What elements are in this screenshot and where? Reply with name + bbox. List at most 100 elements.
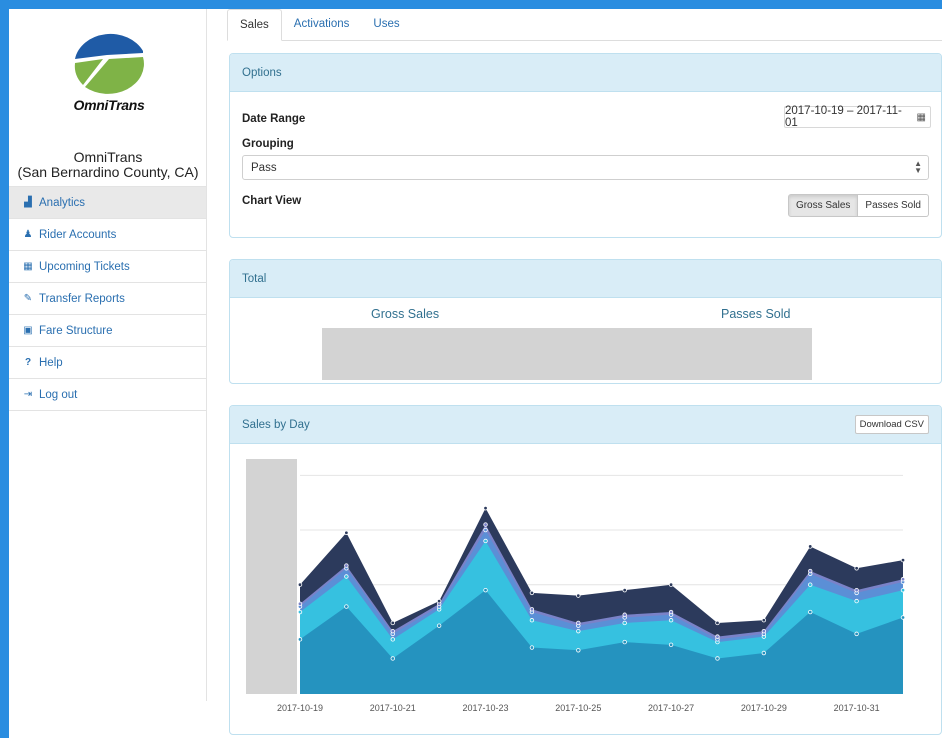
data-point[interactable] [854, 598, 859, 604]
data-point[interactable] [390, 656, 395, 661]
total-panel: Total Gross Sales Passes Sold [229, 259, 942, 384]
data-point[interactable] [900, 577, 906, 582]
options-panel-title: Options [230, 54, 941, 92]
data-point[interactable] [715, 656, 720, 661]
date-range-picker[interactable]: 2017-10-19 – 2017-11-01 ▦ [784, 105, 931, 129]
data-point[interactable] [808, 582, 813, 587]
total-panel-title: Total [230, 260, 941, 298]
data-point[interactable] [622, 620, 627, 626]
data-point[interactable] [529, 645, 535, 650]
edit-icon: ✎ [23, 293, 33, 304]
data-point[interactable] [900, 587, 906, 593]
data-point[interactable] [668, 642, 674, 648]
data-point[interactable] [390, 620, 395, 626]
logo: OmniTrans [59, 25, 159, 113]
data-point[interactable] [715, 620, 720, 626]
sidebar-item-fare-structure[interactable]: ▣ Fare Structure [9, 315, 206, 347]
grouping-select-value: Pass [251, 161, 277, 174]
data-point[interactable] [297, 582, 303, 587]
data-point[interactable] [900, 615, 906, 620]
gross-sales-button[interactable]: Gross Sales [787, 194, 859, 217]
sidebar-item-rider-accounts[interactable]: ♟ Rider Accounts [9, 219, 206, 251]
sidebar-item-label: Fare Structure [39, 324, 113, 337]
sidebar-item-label: Upcoming Tickets [39, 260, 130, 273]
data-point[interactable] [854, 587, 859, 593]
data-point[interactable] [622, 612, 627, 617]
data-point[interactable] [483, 522, 488, 527]
date-range-value: 2017-10-19 – 2017-11-01 [785, 105, 902, 129]
data-point[interactable] [297, 609, 303, 615]
sidebar-item-log-out[interactable]: ⇥ Log out [9, 379, 206, 411]
data-point[interactable] [576, 628, 581, 634]
calendar-icon: ▦ [916, 111, 926, 123]
sidebar-item-upcoming-tickets[interactable]: ▦ Upcoming Tickets [9, 251, 206, 283]
data-point[interactable] [900, 557, 906, 563]
data-point[interactable] [344, 604, 349, 609]
data-point[interactable] [344, 574, 349, 579]
data-point[interactable] [808, 568, 813, 574]
tab-sales[interactable]: Sales [227, 9, 282, 41]
data-point[interactable] [668, 582, 674, 587]
x-tick-label: 2017-10-25 [555, 703, 601, 713]
data-point[interactable] [715, 634, 720, 639]
data-point[interactable] [854, 566, 859, 571]
date-range-label: Date Range [242, 113, 306, 125]
logo-text: OmniTrans [73, 97, 145, 113]
options-panel: Options Date Range 2017-10-19 – 2017-11-… [229, 53, 942, 238]
sidebar-item-label: Analytics [39, 196, 86, 209]
data-point[interactable] [761, 618, 767, 623]
organization-name: OmniTrans (San Bernardino County, CA) [9, 150, 207, 180]
sidebar-item-label: Transfer Reports [39, 292, 125, 305]
data-point[interactable] [483, 538, 488, 544]
passes-sold-button[interactable]: Passes Sold [858, 194, 929, 217]
passes-sold-heading: Passes Sold [721, 307, 791, 321]
data-point[interactable] [761, 628, 767, 634]
data-point[interactable] [390, 637, 395, 642]
sales-by-day-chart: 2017-10-19 2017-10-21 2017-10-23 2017-10-25… [246, 459, 906, 713]
data-point[interactable] [344, 530, 349, 535]
tab-bar: Sales Activations Uses [227, 9, 942, 41]
organization-name-line1: OmniTrans [73, 149, 143, 165]
bus-icon: ▣ [23, 325, 33, 336]
tab-uses[interactable]: Uses [361, 9, 411, 40]
user-icon: ♟ [23, 229, 33, 240]
sidebar: OmniTrans OmniTrans (San Bernardino Coun… [9, 9, 207, 701]
gross-sales-heading: Gross Sales [371, 307, 440, 321]
data-point[interactable] [854, 631, 859, 637]
data-point[interactable] [808, 544, 813, 549]
data-point[interactable] [297, 601, 303, 607]
sidebar-item-help[interactable]: ? Help [9, 347, 206, 379]
data-point[interactable] [576, 648, 581, 653]
data-point[interactable] [344, 563, 349, 568]
data-point[interactable] [436, 623, 442, 628]
sidebar-item-analytics[interactable]: ▟ Analytics [9, 187, 206, 219]
data-point[interactable] [529, 590, 535, 596]
x-tick-label: 2017-10-31 [834, 703, 880, 713]
data-point[interactable] [808, 609, 813, 615]
sales-by-day-panel: Sales by Day Download CSV 2017-10-19 2017… [229, 405, 942, 735]
data-point[interactable] [761, 650, 767, 656]
sidebar-item-transfer-reports[interactable]: ✎ Transfer Reports [9, 283, 206, 315]
data-point[interactable] [529, 607, 535, 612]
sales-by-day-title: Sales by Day [242, 418, 310, 431]
select-arrows-icon: ▲ ▼ [914, 159, 922, 175]
data-point[interactable] [529, 618, 535, 623]
data-point[interactable] [576, 620, 581, 626]
data-point[interactable] [297, 637, 303, 642]
data-point[interactable] [483, 587, 488, 593]
download-csv-button[interactable]: Download CSV [854, 415, 929, 434]
data-point[interactable] [668, 609, 674, 615]
y-axis-placeholder [246, 459, 297, 694]
app-window: OmniTrans OmniTrans (San Bernardino Coun… [9, 9, 942, 738]
data-point[interactable] [483, 505, 488, 511]
data-point[interactable] [668, 618, 674, 623]
data-point[interactable] [483, 527, 488, 533]
x-tick-label: 2017-10-27 [648, 703, 694, 713]
grouping-select[interactable]: Pass ▲ ▼ [242, 155, 929, 180]
data-point[interactable] [390, 628, 395, 634]
data-point[interactable] [622, 587, 627, 593]
data-point[interactable] [576, 593, 581, 598]
data-point[interactable] [436, 598, 442, 604]
data-point[interactable] [622, 639, 627, 645]
tab-activations[interactable]: Activations [282, 9, 362, 40]
